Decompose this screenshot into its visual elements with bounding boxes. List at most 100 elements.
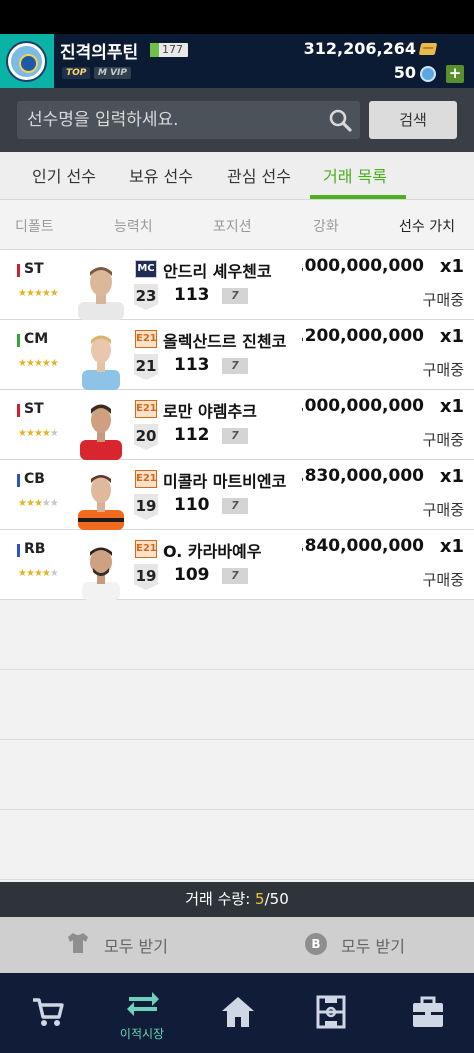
nav-locker[interactable] bbox=[380, 973, 474, 1053]
star-icon: ★ bbox=[25, 568, 35, 579]
tab-popular-players[interactable]: 인기 선수 bbox=[32, 163, 96, 187]
player-name[interactable]: 미콜라 마트비엔코 bbox=[163, 468, 301, 492]
trade-row[interactable]: ST ★★★★★ E21 20 로만 야렘추크 112 7 10,000,000… bbox=[0, 390, 474, 460]
season-badge: MC bbox=[135, 260, 157, 278]
empty-slot bbox=[0, 740, 474, 810]
tab-watchlist[interactable]: 관심 선수 bbox=[227, 163, 291, 187]
trade-row[interactable]: CB ★★★★★ E21 19 미콜라 마트비엔코 110 7 7,830,00… bbox=[0, 460, 474, 530]
player-price: 4,840,000,000 bbox=[302, 536, 424, 556]
player-power: 112 bbox=[174, 425, 210, 445]
team-name: 진격의푸틴 bbox=[60, 43, 139, 63]
market-tabs: 인기 선수 보유 선수 관심 선수 거래 목록 bbox=[0, 152, 474, 200]
sort-ability[interactable]: 능력치 bbox=[114, 216, 153, 236]
player-price: 7,830,000,000 bbox=[302, 466, 424, 486]
enhance-level: 7 bbox=[222, 568, 248, 584]
season-badge: E21 bbox=[135, 540, 157, 558]
player-name[interactable]: O. 카라바예우 bbox=[163, 538, 301, 562]
star-icon: ★ bbox=[18, 358, 27, 369]
trade-quantity: x1 bbox=[439, 326, 464, 347]
player-position: RB bbox=[24, 541, 46, 557]
player-position: ST bbox=[24, 401, 44, 417]
player-name[interactable]: 안드리 셰우첸코 bbox=[163, 258, 301, 282]
star-icon: ★ bbox=[33, 568, 43, 579]
nav-shop[interactable] bbox=[0, 973, 94, 1053]
search-button[interactable]: 검색 bbox=[369, 101, 457, 139]
trade-status: 구매중 bbox=[422, 501, 464, 519]
star-icon: ★ bbox=[41, 358, 51, 369]
search-box bbox=[17, 101, 360, 139]
star-rating: ★★★★★ bbox=[18, 358, 59, 369]
coin-balance: 312,206,264 bbox=[303, 39, 416, 58]
coin-icon bbox=[418, 43, 438, 55]
cart-icon bbox=[33, 998, 64, 1026]
trade-status: 구매중 bbox=[422, 291, 464, 309]
tab-owned-players[interactable]: 보유 선수 bbox=[129, 163, 193, 187]
player-photo bbox=[82, 547, 120, 600]
receive-all-bp-label: 모두 받기 bbox=[341, 937, 405, 956]
trade-row[interactable]: CM ★★★★★ E21 21 올렉산드르 진첸코 113 7 1,200,00… bbox=[0, 320, 474, 390]
add-points-button[interactable]: + bbox=[446, 65, 464, 83]
receive-all-bp-button[interactable]: B 모두 받기 bbox=[237, 917, 474, 973]
enhance-level: 7 bbox=[222, 428, 248, 444]
sort-player-value[interactable]: 선수 가치 bbox=[399, 216, 455, 236]
sort-enhance[interactable]: 강화 bbox=[313, 216, 339, 236]
star-icon: ★ bbox=[49, 288, 59, 299]
player-photo bbox=[82, 335, 120, 390]
overall-rating: 20 bbox=[134, 424, 158, 450]
empty-slot bbox=[0, 810, 474, 880]
star-icon: ★ bbox=[33, 358, 43, 369]
player-power: 110 bbox=[174, 495, 210, 515]
trade-status: 구매중 bbox=[422, 571, 464, 589]
trade-list: ST ★★★★★ MC 23 안드리 셰우첸코 113 7 13,000,000… bbox=[0, 250, 474, 882]
bp-coin-icon: B bbox=[305, 933, 327, 955]
point-balance: 50 bbox=[393, 63, 416, 82]
trade-count-max: /50 bbox=[264, 890, 289, 908]
enhance-level: 7 bbox=[222, 358, 248, 374]
trade-row[interactable]: RB ★★★★★ E21 19 O. 카라바예우 109 7 4,840,000… bbox=[0, 530, 474, 600]
star-icon: ★ bbox=[41, 428, 51, 439]
star-rating: ★★★★★ bbox=[18, 428, 59, 439]
star-icon: ★ bbox=[18, 498, 27, 509]
receive-all-players-button[interactable]: 모두 받기 bbox=[0, 917, 237, 973]
top-badge: TOP bbox=[62, 67, 91, 79]
star-icon: ★ bbox=[25, 288, 35, 299]
position-color-bar bbox=[17, 334, 20, 347]
player-position: ST bbox=[24, 261, 44, 277]
player-position: CB bbox=[24, 471, 45, 487]
receive-all-area: 모두 받기 B 모두 받기 bbox=[0, 917, 474, 973]
star-icon: ★ bbox=[33, 498, 43, 509]
trade-row[interactable]: ST ★★★★★ MC 23 안드리 셰우첸코 113 7 13,000,000… bbox=[0, 250, 474, 320]
star-icon: ★ bbox=[49, 568, 59, 579]
player-power: 113 bbox=[174, 285, 210, 305]
player-search-input[interactable] bbox=[17, 101, 317, 139]
player-name[interactable]: 로만 야렘추크 bbox=[163, 398, 301, 422]
star-icon: ★ bbox=[41, 568, 51, 579]
transfer-icon bbox=[127, 992, 159, 1016]
overall-rating: 19 bbox=[134, 494, 158, 520]
nav-squad[interactable] bbox=[285, 973, 379, 1053]
nav-home[interactable] bbox=[190, 973, 284, 1053]
squad-icon bbox=[316, 995, 346, 1029]
search-icon[interactable] bbox=[328, 108, 352, 132]
tab-trade-list[interactable]: 거래 목록 bbox=[323, 163, 387, 187]
star-icon: ★ bbox=[49, 358, 59, 369]
sort-default[interactable]: 디폴트 bbox=[15, 216, 54, 236]
trade-count-label: 거래 수량: bbox=[185, 890, 256, 908]
player-photo bbox=[78, 475, 124, 530]
star-icon: ★ bbox=[33, 428, 43, 439]
overall-rating: 23 bbox=[134, 284, 158, 310]
club-emblem[interactable] bbox=[0, 34, 54, 88]
trade-count-bar: 거래 수량: 5/50 bbox=[0, 882, 474, 917]
star-rating: ★★★★★ bbox=[18, 498, 59, 509]
empty-slot bbox=[0, 600, 474, 670]
point-icon bbox=[420, 66, 436, 82]
player-photo bbox=[78, 267, 124, 320]
player-name[interactable]: 올렉산드르 진첸코 bbox=[163, 328, 301, 352]
level-badge: 177 bbox=[150, 43, 188, 57]
star-icon: ★ bbox=[25, 358, 35, 369]
trade-quantity: x1 bbox=[439, 396, 464, 417]
nav-transfer-market[interactable]: 이적시장 bbox=[95, 973, 189, 1053]
sort-position[interactable]: 포지션 bbox=[213, 216, 252, 236]
star-icon: ★ bbox=[18, 568, 27, 579]
season-badge: E21 bbox=[135, 400, 157, 418]
